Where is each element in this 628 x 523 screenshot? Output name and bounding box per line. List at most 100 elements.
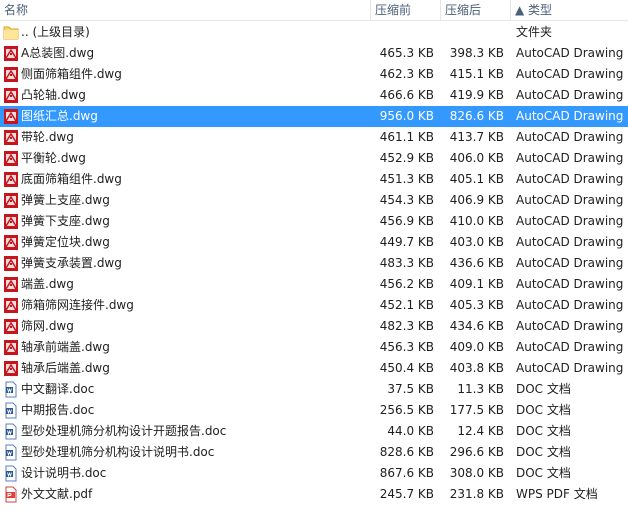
file-type: AutoCAD Drawing: [516, 130, 624, 144]
file-row[interactable]: 外文文献.pdf 245.7 KB 231.8 KB WPS PDF 文档: [0, 484, 628, 505]
file-name: 中期报告.doc: [21, 403, 95, 417]
column-header-name[interactable]: 名称: [0, 0, 371, 21]
file-name: 型砂处理机筛分机构设计说明书.doc: [21, 445, 215, 459]
file-type: AutoCAD Drawing: [516, 277, 624, 291]
file-name: 外文文献.pdf: [21, 487, 93, 501]
file-row[interactable]: 中期报告.doc 256.5 KB 177.5 KB DOC 文档: [0, 400, 628, 421]
file-name: 轴承后端盖.dwg: [21, 361, 110, 375]
file-size-original: 406.0 KB: [449, 151, 504, 165]
file-row[interactable]: 底面筛箱组件.dwg 451.3 KB 405.1 KB AutoCAD Drawin…: [0, 169, 628, 190]
file-row[interactable]: 轴承后端盖.dwg 450.4 KB 403.8 KB AutoCAD Drawing: [0, 358, 628, 379]
file-type: 文件夹: [516, 25, 553, 39]
file-name: 轴承前端盖.dwg: [21, 340, 110, 354]
file-type: AutoCAD Drawing: [516, 298, 624, 312]
file-row[interactable]: 弹簧定位块.dwg 449.7 KB 403.0 KB AutoCAD Drawing: [0, 232, 628, 253]
file-row[interactable]: 筛箱筛网连接件.dwg 452.1 KB 405.3 KB AutoCAD Drawi…: [0, 295, 628, 316]
file-row[interactable]: 型砂处理机筛分机构设计说明书.doc 828.6 KB 296.6 KB DOC 文档: [0, 442, 628, 463]
file-type: AutoCAD Drawing: [516, 214, 624, 228]
file-size-compressed: 44.0 KB: [387, 424, 434, 438]
file-type: AutoCAD Drawing: [516, 151, 624, 165]
dwg-file-icon: [3, 234, 19, 251]
file-type: AutoCAD Drawing: [516, 340, 624, 354]
file-size-original: 177.5 KB: [449, 403, 504, 417]
file-size-original: 12.4 KB: [457, 424, 504, 438]
dwg-file-icon: [3, 150, 19, 167]
dwg-file-icon: [3, 297, 19, 314]
dwg-file-icon: [3, 360, 19, 377]
file-row[interactable]: 筛网.dwg 482.3 KB 434.6 KB AutoCAD Drawing: [0, 316, 628, 337]
file-size-original: 403.0 KB: [449, 235, 504, 249]
file-row[interactable]: 弹簧支承装置.dwg 483.3 KB 436.6 KB AutoCAD Drawin…: [0, 253, 628, 274]
file-name: 筛网.dwg: [21, 319, 74, 333]
file-size-original: 11.3 KB: [457, 382, 504, 396]
file-size-original: 296.6 KB: [449, 445, 504, 459]
file-type: DOC 文档: [516, 445, 571, 459]
dwg-file-icon: [3, 171, 19, 188]
column-header-compressed[interactable]: 压缩前: [371, 0, 441, 21]
file-size-original: 406.9 KB: [449, 193, 504, 207]
file-size-original: 413.7 KB: [449, 130, 504, 144]
file-name: 设计说明书.doc: [21, 466, 107, 480]
file-name: A总装图.dwg: [21, 46, 95, 60]
file-size-compressed: 256.5 KB: [379, 403, 434, 417]
file-size-original: 410.0 KB: [449, 214, 504, 228]
file-type: AutoCAD Drawing: [516, 172, 624, 186]
file-type: DOC 文档: [516, 466, 571, 480]
file-row[interactable]: 平衡轮.dwg 452.9 KB 406.0 KB AutoCAD Drawing: [0, 148, 628, 169]
file-row[interactable]: 弹簧下支座.dwg 456.9 KB 410.0 KB AutoCAD Drawing: [0, 211, 628, 232]
file-name: 侧面筛箱组件.dwg: [21, 67, 122, 81]
column-header-type[interactable]: ▲ 类型: [511, 0, 628, 21]
file-size-compressed: 454.3 KB: [379, 193, 434, 207]
file-row[interactable]: 带轮.dwg 461.1 KB 413.7 KB AutoCAD Drawing: [0, 127, 628, 148]
column-header-original[interactable]: 压缩后: [441, 0, 511, 21]
file-row[interactable]: A总装图.dwg 465.3 KB 398.3 KB AutoCAD Drawing: [0, 43, 628, 64]
doc-file-icon: [3, 465, 19, 482]
file-size-original: 419.9 KB: [449, 88, 504, 102]
file-name: 平衡轮.dwg: [21, 151, 86, 165]
file-type: AutoCAD Drawing: [516, 67, 624, 81]
file-type: DOC 文档: [516, 403, 571, 417]
file-name: 弹簧支承装置.dwg: [21, 256, 122, 270]
file-size-compressed: 452.1 KB: [379, 298, 434, 312]
file-size-original: 436.6 KB: [449, 256, 504, 270]
file-row[interactable]: 侧面筛箱组件.dwg 462.3 KB 415.1 KB AutoCAD Drawin…: [0, 64, 628, 85]
file-type: DOC 文档: [516, 424, 571, 438]
file-name: 弹簧定位块.dwg: [21, 235, 110, 249]
doc-file-icon: [3, 444, 19, 461]
file-name: 筛箱筛网连接件.dwg: [21, 298, 134, 312]
file-size-compressed: 451.3 KB: [379, 172, 434, 186]
file-size-compressed: 450.4 KB: [379, 361, 434, 375]
dwg-file-icon: [3, 108, 19, 125]
dwg-file-icon: [3, 255, 19, 272]
file-row[interactable]: 弹簧上支座.dwg 454.3 KB 406.9 KB AutoCAD Drawing: [0, 190, 628, 211]
file-size-compressed: 456.3 KB: [379, 340, 434, 354]
file-name: 图纸汇总.dwg: [21, 109, 98, 123]
file-size-compressed: 456.2 KB: [379, 277, 434, 291]
file-row[interactable]: 中文翻译.doc 37.5 KB 11.3 KB DOC 文档: [0, 379, 628, 400]
file-row[interactable]: 设计说明书.doc 867.6 KB 308.0 KB DOC 文档: [0, 463, 628, 484]
dwg-file-icon: [3, 339, 19, 356]
file-type: AutoCAD Drawing: [516, 193, 624, 207]
dwg-file-icon: [3, 318, 19, 335]
file-row[interactable]: 轴承前端盖.dwg 456.3 KB 409.0 KB AutoCAD Drawing: [0, 337, 628, 358]
file-name: 凸轮轴.dwg: [21, 88, 86, 102]
doc-file-icon: [3, 402, 19, 419]
file-size-compressed: 449.7 KB: [379, 235, 434, 249]
file-size-compressed: 828.6 KB: [379, 445, 434, 459]
file-size-compressed: 245.7 KB: [379, 487, 434, 501]
file-name: 弹簧上支座.dwg: [21, 193, 110, 207]
doc-file-icon: [3, 423, 19, 440]
file-type: AutoCAD Drawing: [516, 88, 624, 102]
file-size-compressed: 456.9 KB: [379, 214, 434, 228]
file-row[interactable]: 凸轮轴.dwg 466.6 KB 419.9 KB AutoCAD Drawing: [0, 85, 628, 106]
file-row-selected[interactable]: 图纸汇总.dwg 956.0 KB 826.6 KB AutoCAD Drawing: [0, 106, 628, 127]
file-size-original: 405.1 KB: [449, 172, 504, 186]
file-size-compressed: 465.3 KB: [379, 46, 434, 60]
file-type: AutoCAD Drawing: [516, 319, 624, 333]
file-row[interactable]: 型砂处理机筛分机构设计开题报告.doc 44.0 KB 12.4 KB DOC 文档: [0, 421, 628, 442]
file-row[interactable]: .. (上级目录) 文件夹: [0, 22, 628, 43]
file-size-original: 826.6 KB: [449, 109, 504, 123]
file-type: DOC 文档: [516, 382, 571, 396]
file-name: 中文翻译.doc: [21, 382, 95, 396]
file-row[interactable]: 端盖.dwg 456.2 KB 409.1 KB AutoCAD Drawing: [0, 274, 628, 295]
